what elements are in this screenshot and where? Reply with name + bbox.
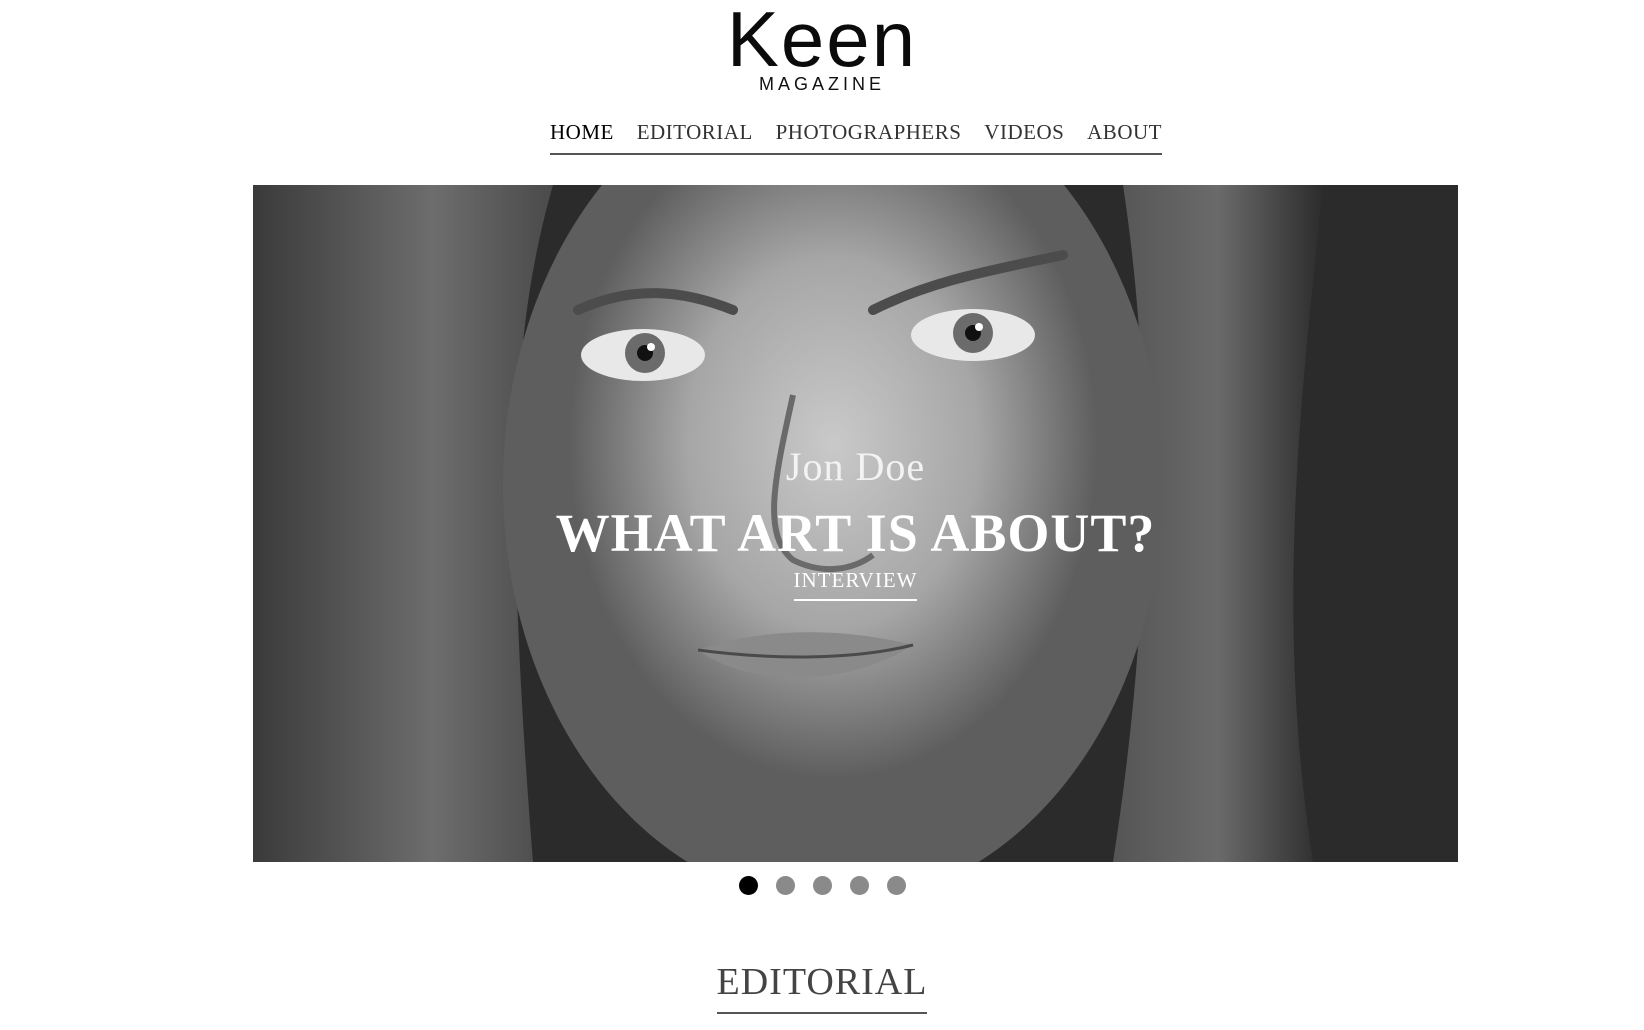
nav-item-editorial[interactable]: EDITORIAL (637, 120, 753, 145)
hero-title[interactable]: WHAT ART IS ABOUT? (253, 502, 1458, 564)
section-heading: EDITORIAL (0, 960, 1644, 1014)
logo-wordmark: Keen (726, 0, 918, 83)
slider-dot[interactable] (775, 876, 795, 895)
page: Keen MAGAZINE HOME EDITORIAL PHOTOGRAPHE… (0, 0, 1644, 1030)
logo-subtitle: MAGAZINE (758, 74, 885, 94)
main-nav: HOME EDITORIAL PHOTOGRAPHERS VIDEOS ABOU… (550, 120, 1162, 155)
nav-item-videos[interactable]: VIDEOS (984, 120, 1064, 145)
slider-dot[interactable] (849, 876, 869, 895)
nav-item-photographers[interactable]: PHOTOGRAPHERS (776, 120, 962, 145)
hero-category-link[interactable]: INTERVIEW (793, 568, 918, 601)
hero-caption: Jon Doe WHAT ART IS ABOUT? INTERVIEW (253, 443, 1458, 601)
slider-pagination (0, 876, 1644, 895)
hero-author: Jon Doe (785, 444, 926, 489)
site-logo[interactable]: Keen MAGAZINE (0, 0, 1644, 95)
slider-dot[interactable] (812, 876, 832, 895)
slider-dot[interactable] (738, 876, 758, 895)
nav-item-about[interactable]: ABOUT (1087, 120, 1162, 145)
hero-slider[interactable]: Jon Doe WHAT ART IS ABOUT? INTERVIEW (253, 185, 1458, 862)
nav-item-home[interactable]: HOME (550, 120, 614, 145)
slider-dot[interactable] (886, 876, 906, 895)
section-title-editorial: EDITORIAL (716, 960, 928, 1014)
